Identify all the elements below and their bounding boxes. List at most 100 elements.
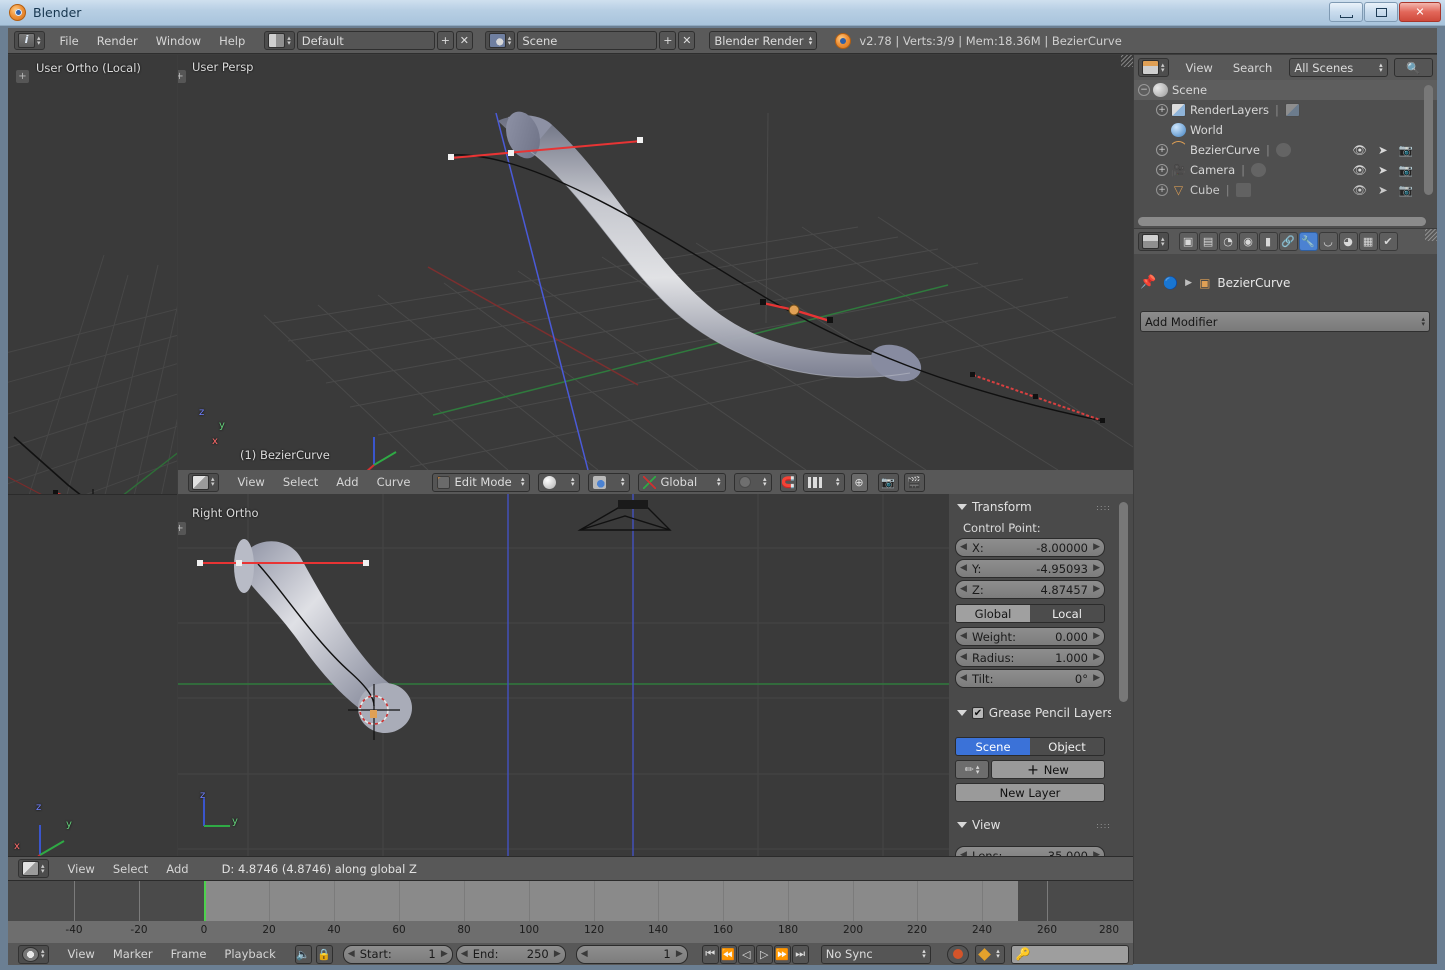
weight-field[interactable]: ◀ Weight: 0.000 ▶: [955, 627, 1105, 646]
render-tab[interactable]: ▣: [1178, 232, 1198, 251]
tl-menu-view[interactable]: View: [59, 945, 104, 963]
vp-menu-curve[interactable]: Curve: [368, 473, 420, 491]
expander-icon-scene[interactable]: −: [1138, 84, 1150, 96]
editor-type-selector-properties[interactable]: ▴ ▾: [1138, 232, 1169, 251]
interaction-mode-selector[interactable]: Edit Mode ▴ ▾: [431, 472, 530, 492]
maximize-button[interactable]: [1364, 2, 1398, 22]
timeline-ruler[interactable]: -40 -20 0 20 40 60 80 100 120 140 160 18…: [8, 921, 1133, 943]
toolshelf-expand-plus-br[interactable]: +: [178, 522, 186, 535]
constraints-tab[interactable]: 🔗: [1278, 232, 1298, 251]
snap-element-selector[interactable]: ▴ ▾: [802, 472, 845, 492]
renderability-camera-icon-beziercurve[interactable]: 📷: [1399, 143, 1413, 157]
gp-new-layer-button[interactable]: New Layer: [955, 783, 1105, 802]
frame-start-field[interactable]: ◀ Start: 1 ▶: [342, 944, 453, 964]
gp-source-toggle[interactable]: Scene Object: [955, 737, 1105, 756]
grease-pencil-panel-header[interactable]: ✔ Grease Pencil Layers: [957, 706, 1111, 720]
screen-layout-name-field[interactable]: Default: [296, 31, 435, 50]
control-point-x-field[interactable]: ◀ X: -8.00000 ▶: [955, 538, 1105, 557]
toolshelf-expand-plus-main[interactable]: +: [178, 70, 186, 83]
minimize-button[interactable]: [1329, 2, 1363, 22]
render-view-icon[interactable]: 📷: [877, 472, 899, 492]
radius-field[interactable]: ◀ Radius: 1.000 ▶: [955, 648, 1105, 667]
outliner-menu-search[interactable]: Search: [1224, 59, 1282, 77]
tilt-field[interactable]: ◀ Tilt: 0° ▶: [955, 669, 1105, 688]
renderlayers-tab[interactable]: ▤: [1198, 232, 1218, 251]
modifiers-tab[interactable]: 🔧: [1298, 232, 1318, 251]
grease-pencil-checkbox[interactable]: ✔: [972, 707, 984, 719]
outliner-horizontal-scrollbar[interactable]: [1138, 217, 1426, 226]
viewport-main-corner-grip[interactable]: [1121, 55, 1133, 67]
viewport-right-ortho[interactable]: Right Ortho z y (1) BezierCurve +: [178, 494, 949, 856]
tl-menu-marker[interactable]: Marker: [104, 945, 162, 963]
search-icon[interactable]: 🔍: [1393, 58, 1433, 77]
outliner-row-world[interactable]: World: [1134, 120, 1437, 140]
play-icon[interactable]: ▷: [755, 944, 773, 964]
viewport-bottom-left[interactable]: z y x (1) BezierCurve: [8, 494, 177, 856]
renderability-camera-icon-camera[interactable]: 📷: [1399, 163, 1413, 177]
toolshelf-expand-plus-tl[interactable]: +: [16, 70, 29, 83]
texture-tab[interactable]: ▦: [1358, 232, 1378, 251]
scene-browse-button[interactable]: ▴ ▾: [484, 31, 516, 50]
space-local-button[interactable]: Local: [1030, 605, 1104, 622]
jump-start-icon[interactable]: ⏮: [701, 944, 719, 964]
add-scene-button[interactable]: +: [659, 31, 677, 50]
tl-menu-frame[interactable]: Frame: [162, 945, 216, 963]
view-panel-header[interactable]: View ::::: [957, 818, 1111, 832]
physics-tab[interactable]: ✔: [1378, 232, 1398, 251]
add-modifier-button[interactable]: Add Modifier ▴ ▾: [1140, 311, 1430, 332]
bl-menu-select[interactable]: Select: [104, 860, 157, 878]
panel-drag-dots-view[interactable]: ::::: [1096, 821, 1111, 830]
play-reverse-icon[interactable]: ⏪: [719, 944, 737, 964]
gp-scene-button[interactable]: Scene: [956, 738, 1030, 755]
timeline-track-area[interactable]: [8, 881, 1133, 921]
visibility-eye-icon-camera[interactable]: 👁: [1352, 163, 1367, 177]
scene-tab[interactable]: ◔: [1218, 232, 1238, 251]
renderability-camera-icon-cube[interactable]: 📷: [1399, 183, 1413, 197]
keyingset-icon[interactable]: 🔑: [1010, 944, 1129, 964]
panel-drag-dots[interactable]: ::::: [1096, 503, 1111, 512]
outliner-row-scene[interactable]: − Scene: [1134, 80, 1437, 100]
snap-target-icon[interactable]: ⊕: [850, 472, 868, 492]
menu-window[interactable]: Window: [147, 32, 210, 50]
data-tab[interactable]: ◡: [1318, 232, 1338, 251]
scene-name-field[interactable]: Scene: [517, 31, 658, 50]
audio-sync-icon[interactable]: 🔈: [294, 944, 312, 964]
outliner-menu-view[interactable]: View: [1177, 59, 1222, 77]
keyframe-diamond-icon[interactable]: ▴ ▾: [974, 944, 1005, 964]
menu-file[interactable]: File: [51, 32, 88, 50]
vp-menu-select[interactable]: Select: [274, 473, 327, 491]
outliner-vertical-scrollbar[interactable]: [1424, 85, 1433, 195]
bl-menu-view[interactable]: View: [59, 860, 104, 878]
expander-icon-renderlayers[interactable]: +: [1156, 104, 1168, 116]
pin-icon[interactable]: 📌: [1140, 275, 1156, 290]
frame-forward-icon[interactable]: ⏩: [773, 944, 791, 964]
editor-type-selector-timeline[interactable]: ▴ ▾: [18, 944, 49, 964]
selectability-cursor-icon-camera[interactable]: ➤: [1378, 163, 1388, 177]
sync-mode-selector[interactable]: No Sync ▴ ▾: [820, 944, 931, 964]
delete-screen-layout-button[interactable]: ✕: [455, 31, 473, 50]
gp-object-button[interactable]: Object: [1030, 738, 1104, 755]
coordinate-space-toggle[interactable]: Global Local: [955, 604, 1105, 623]
viewport-shading-selector[interactable]: ▴ ▾: [537, 472, 580, 492]
gp-new-button[interactable]: ＋ New: [991, 760, 1105, 779]
close-button[interactable]: ✕: [1399, 2, 1441, 22]
expander-icon-camera[interactable]: +: [1156, 164, 1168, 176]
pivot-point-selector[interactable]: ▴ ▾: [587, 472, 630, 492]
current-frame-field[interactable]: ◀ 1 ▶: [575, 944, 688, 964]
object-tab[interactable]: ▮: [1258, 232, 1278, 251]
properties-corner-grip[interactable]: [1425, 229, 1437, 241]
control-point-y-field[interactable]: ◀ Y: -4.95093 ▶: [955, 559, 1105, 578]
selectability-cursor-icon-cube[interactable]: ➤: [1378, 183, 1388, 197]
timeline-playhead[interactable]: [204, 881, 206, 921]
editor-type-selector-3dview[interactable]: ▴ ▾: [188, 472, 219, 492]
selectability-cursor-icon-beziercurve[interactable]: ➤: [1378, 143, 1388, 157]
lock-icon[interactable]: 🔒: [315, 944, 333, 964]
proportional-edit-selector[interactable]: ▴ ▾: [733, 472, 772, 492]
jump-end-icon[interactable]: ⏭: [791, 944, 809, 964]
visibility-eye-icon-cube[interactable]: 👁: [1352, 183, 1367, 197]
add-screen-layout-button[interactable]: +: [436, 31, 454, 50]
material-tab[interactable]: ◕: [1338, 232, 1358, 251]
outliner-row-renderlayers[interactable]: + RenderLayers |: [1134, 100, 1437, 120]
menu-help[interactable]: Help: [210, 32, 254, 50]
magnet-icon[interactable]: 🧲: [779, 472, 797, 492]
